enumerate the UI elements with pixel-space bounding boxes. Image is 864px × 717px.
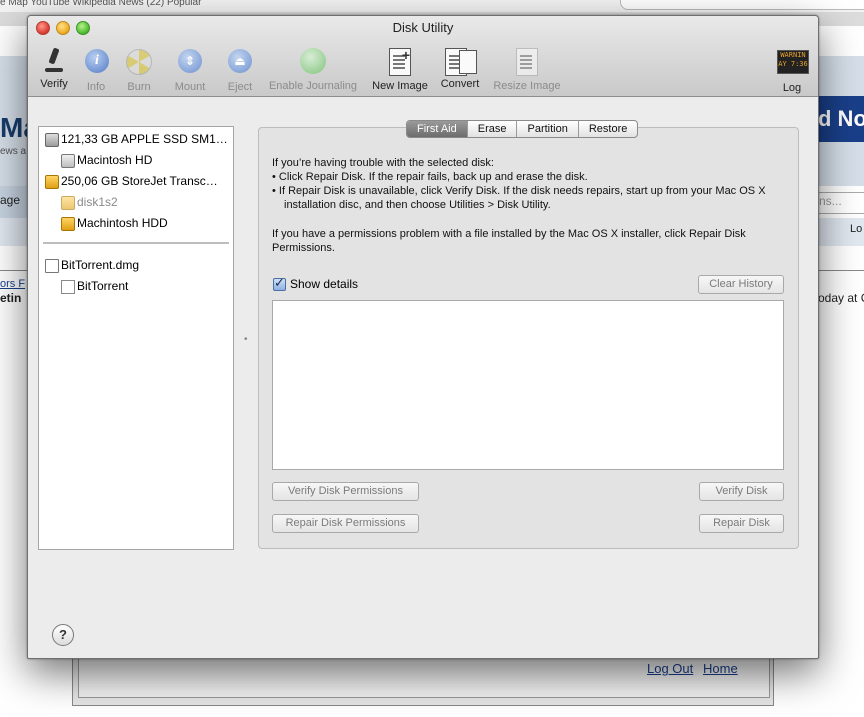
external-volume-icon [61, 217, 75, 231]
bookmarks-text: e Map YouTube Wikipedia News (22) Popula… [0, 0, 202, 8]
home-link[interactable]: Home [703, 661, 738, 676]
browser-search-field[interactable] [620, 0, 864, 10]
window-toolbar: Disk Utility Verify i Info Burn ⇕ Mount … [28, 16, 818, 97]
new-image-button[interactable]: + New Image [368, 46, 432, 92]
instruction-bullet-1: • Click Repair Disk. If the repair fails… [272, 171, 588, 183]
instructions-title: If you’re having trouble with the select… [272, 157, 494, 169]
tab-restore[interactable]: Restore [577, 121, 638, 137]
site-search-placeholder: ns... [819, 194, 842, 208]
instruction-bullet-2: • If Repair Disk is unavailable, click V… [272, 185, 766, 211]
tab-bar: First Aid Erase Partition Restore [406, 120, 639, 138]
help-button[interactable]: ? [52, 624, 74, 646]
disk-list-sidebar[interactable]: 121,33 GB APPLE SSD SM1… Macintosh HD 25… [38, 126, 234, 550]
checkbox-checked-icon[interactable] [273, 275, 286, 291]
journal-icon [300, 48, 326, 74]
nav-item-fragment[interactable]: age [0, 193, 20, 207]
login-link-fragment[interactable]: Lo [850, 223, 862, 235]
volume-icon [61, 154, 75, 168]
verify-disk-button[interactable]: Verify Disk [699, 482, 784, 501]
heading-fragment: etin [0, 291, 22, 305]
enable-journaling-button[interactable]: Enable Journaling [266, 46, 360, 92]
verify-button[interactable]: Verify [36, 46, 72, 90]
convert-icon [445, 46, 477, 76]
tab-partition[interactable]: Partition [516, 121, 577, 137]
show-details-label: Show details [290, 277, 359, 291]
mounted-image-icon [61, 280, 75, 294]
eject-button[interactable]: ⏏ Eject [224, 46, 256, 93]
clear-history-button[interactable]: Clear History [698, 275, 784, 294]
repair-disk-button[interactable]: Repair Disk [699, 514, 784, 533]
resize-image-icon [516, 48, 538, 76]
mount-icon: ⇕ [178, 49, 202, 73]
convert-button[interactable]: Convert [438, 46, 482, 90]
banner-text-fragment: d No [818, 106, 864, 131]
logout-link[interactable]: Log Out [647, 661, 693, 676]
info-icon: i [85, 49, 109, 73]
tab-first-aid[interactable]: First Aid [407, 121, 467, 137]
log-console-icon: WARNIN AY 7:36 [777, 50, 809, 74]
burn-icon [126, 49, 152, 75]
verify-disk-permissions-button[interactable]: Verify Disk Permissions [272, 482, 419, 501]
disk-utility-window: Disk Utility Verify i Info Burn ⇕ Mount … [27, 15, 819, 659]
sidebar-divider [43, 242, 229, 244]
timestamp-fragment: oday at C [818, 291, 864, 305]
info-button[interactable]: i Info [82, 46, 110, 93]
permissions-instructions: If you have a permissions problem with a… [272, 228, 746, 254]
site-tagline-fragment: ews a [0, 146, 27, 157]
burn-button[interactable]: Burn [124, 46, 154, 93]
eject-icon: ⏏ [228, 49, 252, 73]
tab-erase[interactable]: Erase [466, 121, 517, 137]
microscope-icon [41, 46, 67, 74]
repair-disk-permissions-button[interactable]: Repair Disk Permissions [272, 514, 419, 533]
hard-disk-icon [45, 133, 59, 147]
log-button[interactable]: WARNIN AY 7:36 Log [776, 46, 809, 94]
details-log-area[interactable] [272, 300, 784, 470]
new-image-icon: + [389, 47, 411, 76]
resize-image-button[interactable]: Resize Image [490, 46, 564, 92]
split-view-handle[interactable]: • [244, 334, 248, 345]
first-aid-instructions: If you’re having trouble with the select… [272, 156, 777, 212]
mount-button[interactable]: ⇕ Mount [172, 46, 208, 93]
window-title: Disk Utility [392, 20, 454, 35]
disk-image-icon [45, 259, 59, 273]
breadcrumb-link-fragment[interactable]: ors F [0, 278, 25, 290]
external-volume-icon [61, 196, 75, 210]
external-disk-icon [45, 175, 59, 189]
